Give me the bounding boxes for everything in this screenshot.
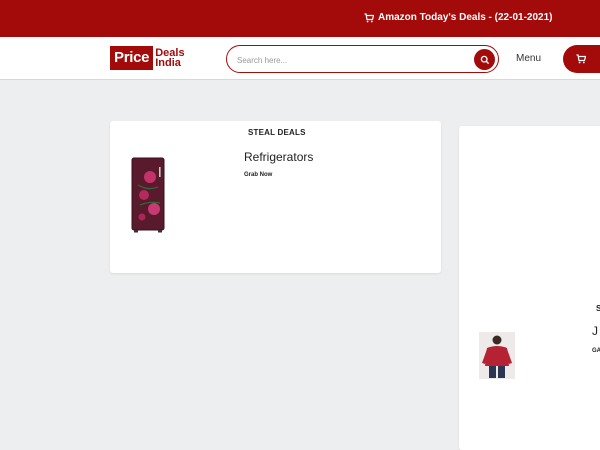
refrigerator-image — [131, 157, 165, 233]
site-header: Price Deals India Menu — [0, 37, 600, 80]
site-logo[interactable]: Price Deals India — [110, 46, 185, 70]
shopping-cart-icon — [576, 54, 586, 64]
shopping-cart-icon — [364, 12, 374, 22]
grab-now-link[interactable]: Grab Now — [244, 172, 272, 178]
menu-button[interactable]: Menu — [516, 53, 541, 64]
deal-badge: STEAL DEALS — [248, 128, 306, 137]
jacket-image — [479, 332, 515, 379]
deal-card-refrigerators[interactable]: STEAL DEALS Refrigerators Grab Now — [110, 121, 441, 273]
deal-title: J — [592, 324, 598, 338]
deal-title: Refrigerators — [244, 150, 314, 164]
cart-button[interactable] — [563, 45, 600, 73]
search-icon — [480, 55, 489, 64]
search-button[interactable] — [474, 49, 495, 70]
deal-card-jackets[interactable]: S J GA — [459, 126, 600, 450]
logo-price-text: Price — [110, 46, 154, 70]
deals-link[interactable]: Amazon Today's Deals - (22-01-2021) — [364, 12, 552, 23]
deal-badge: S — [596, 304, 600, 313]
grab-now-link[interactable]: GA — [592, 348, 600, 354]
search-input[interactable] — [237, 52, 467, 68]
deals-text: Amazon Today's Deals - (22-01-2021) — [378, 12, 553, 23]
top-bar: Amazon Today's Deals - (22-01-2021) — [0, 0, 600, 37]
logo-india-text: India — [155, 57, 181, 69]
search-bar — [226, 45, 499, 73]
